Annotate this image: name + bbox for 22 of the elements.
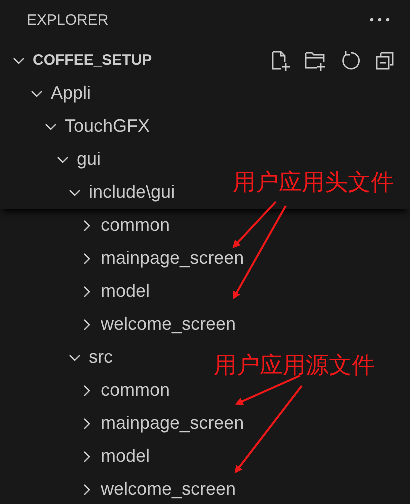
folder-name[interactable]: Appli <box>51 83 92 104</box>
collapse-all-icon[interactable] <box>374 50 396 72</box>
refresh-icon[interactable] <box>340 50 362 72</box>
folder-name[interactable]: mainpage_screen <box>101 413 244 434</box>
folder-name[interactable]: model <box>101 446 150 467</box>
panel-title: EXPLORER <box>27 12 109 28</box>
folder-name[interactable]: include\gui <box>89 182 176 203</box>
workspace-name[interactable]: COFFEE_SETUP <box>33 52 152 69</box>
folder-name[interactable]: model <box>101 281 150 302</box>
folder-name[interactable]: TouchGFX <box>65 116 150 137</box>
folder-name[interactable]: welcome_screen <box>101 314 236 335</box>
new-folder-icon[interactable] <box>304 50 328 72</box>
folder-name[interactable]: common <box>101 215 170 236</box>
folder-name[interactable]: common <box>101 380 170 401</box>
new-file-icon[interactable] <box>270 50 292 72</box>
folder-name[interactable]: welcome_screen <box>101 479 236 500</box>
folder-name[interactable]: src <box>89 347 113 368</box>
more-icon[interactable] <box>370 18 390 22</box>
annotation-text: 用户应用源文件 <box>214 352 375 381</box>
folder-name[interactable]: mainpage_screen <box>101 248 244 269</box>
folder-name[interactable]: gui <box>77 149 102 170</box>
annotation-text: 用户应用头文件 <box>233 169 394 198</box>
